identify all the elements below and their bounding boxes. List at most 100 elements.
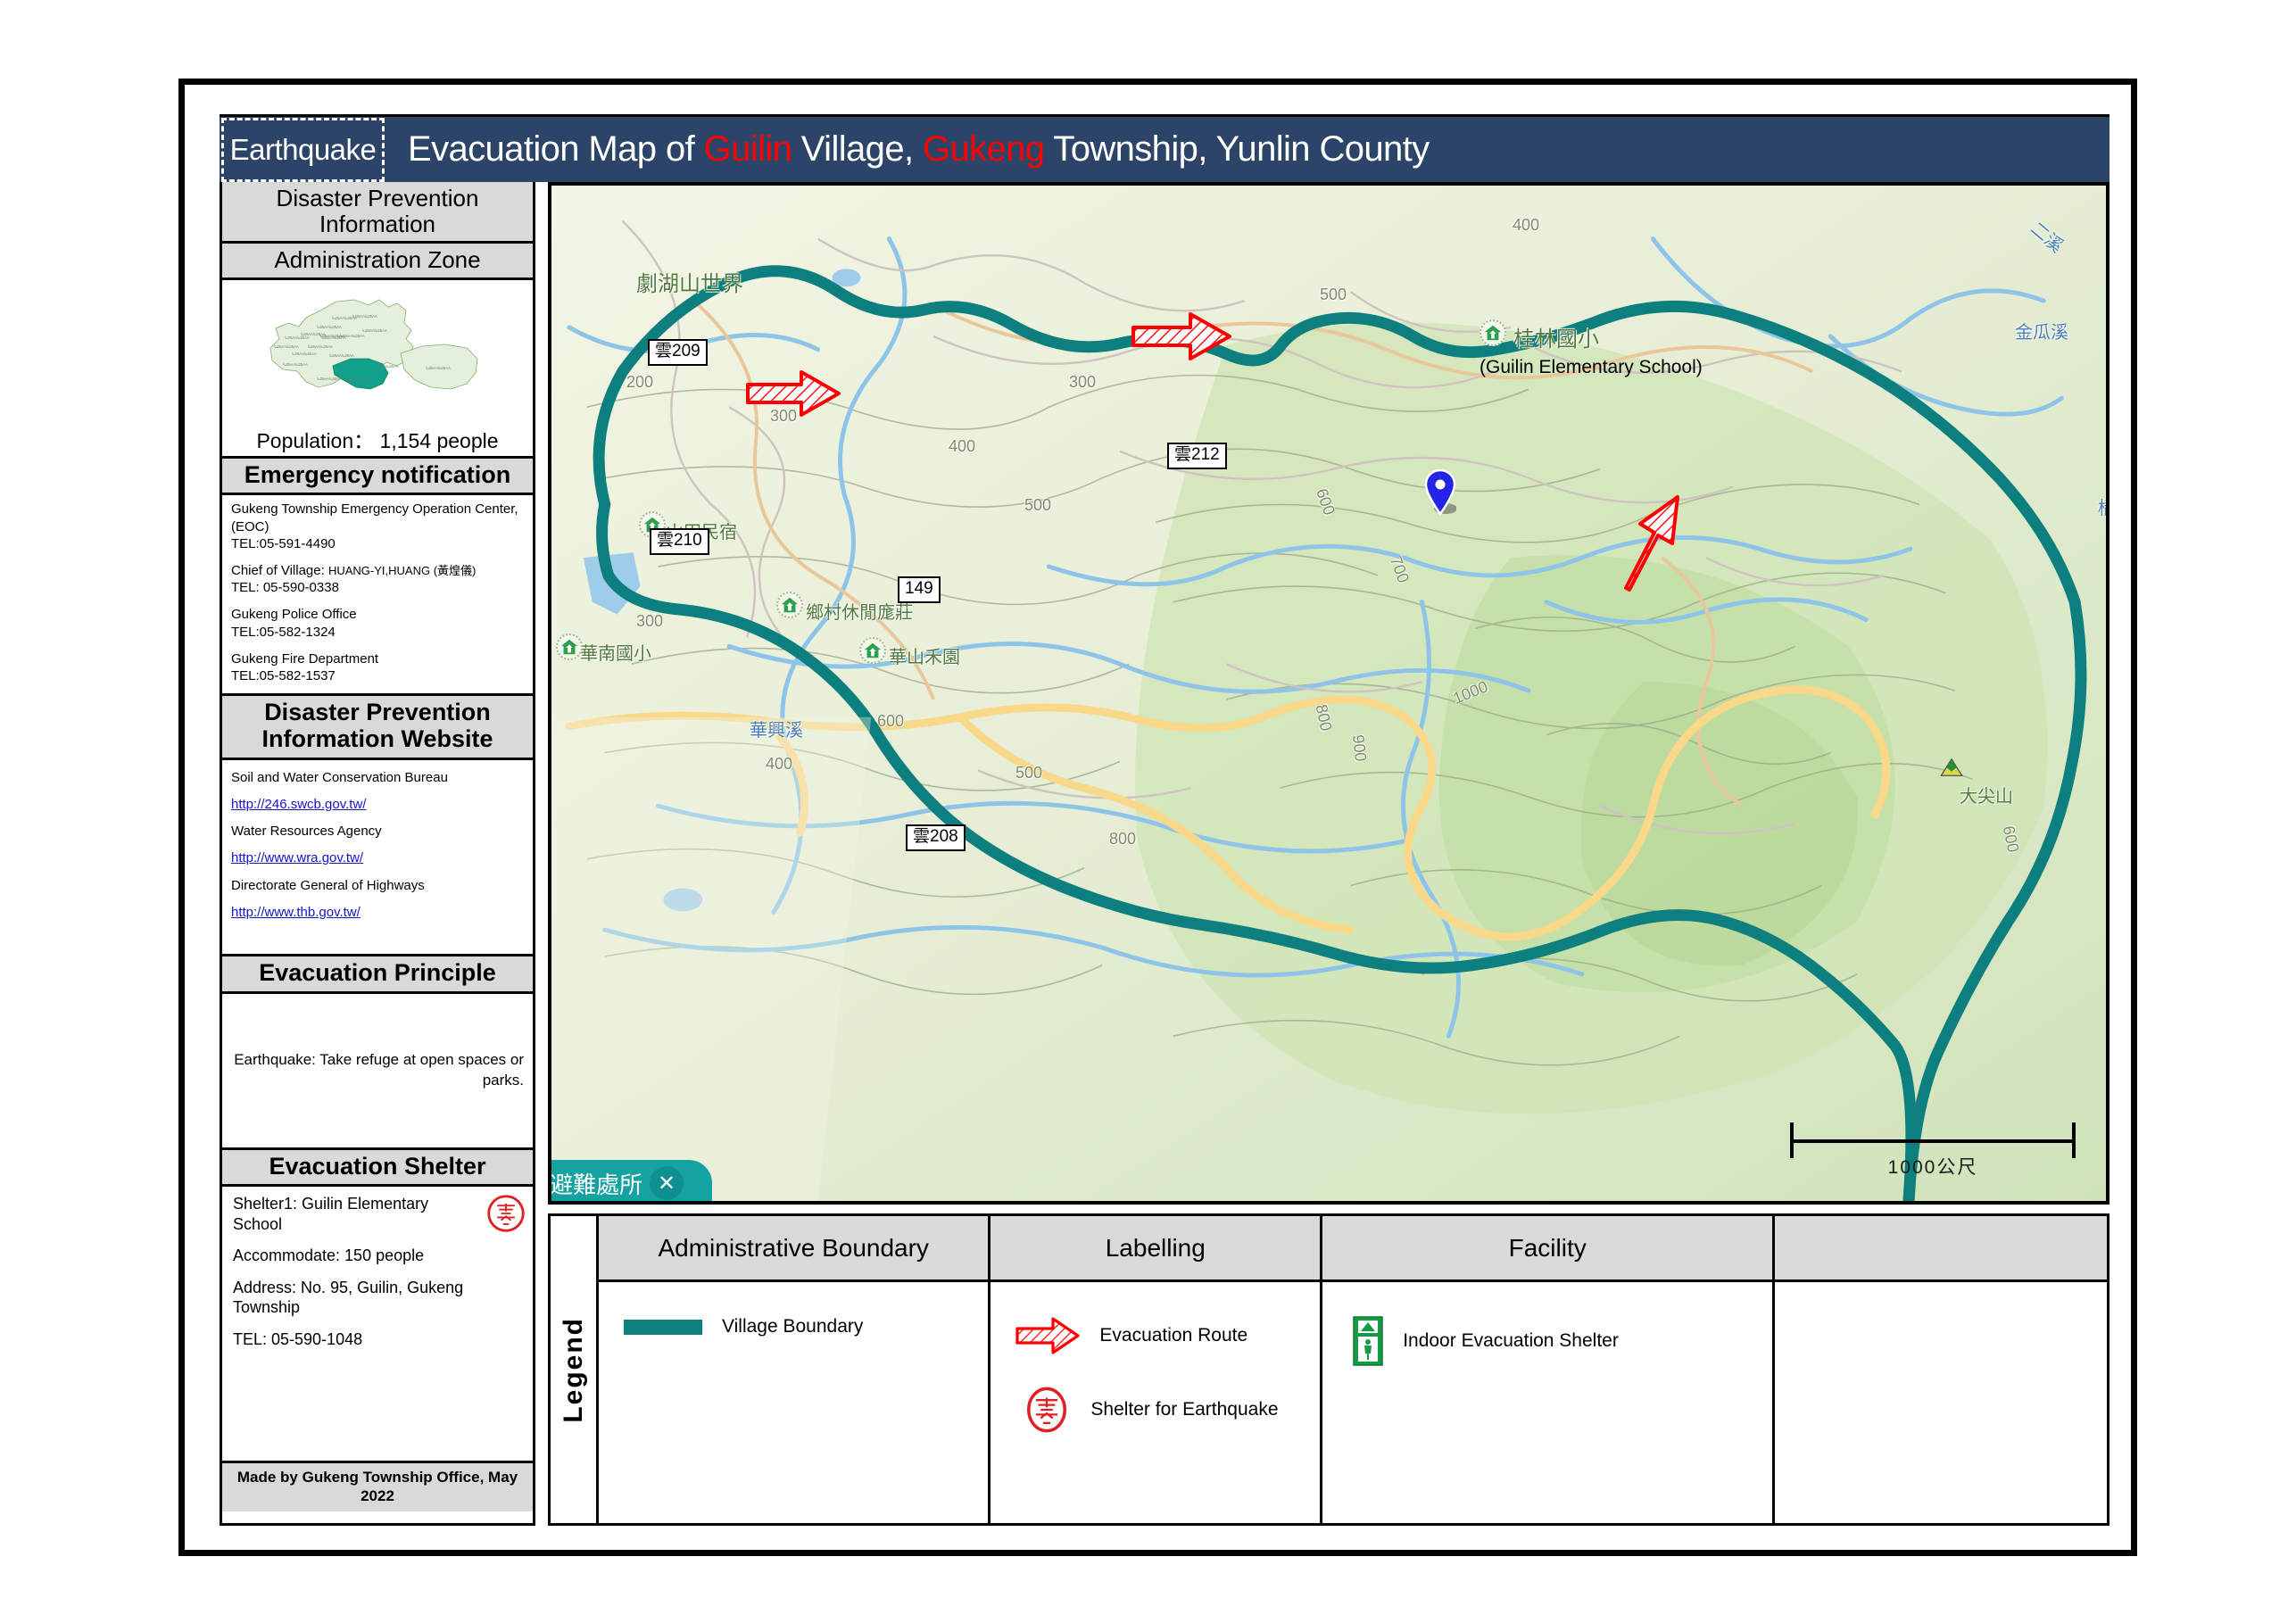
- evacuation-route-arrow-icon: [1131, 312, 1231, 360]
- legend-item-label: Village Boundary: [722, 1316, 864, 1337]
- legend-item: Village Boundary: [624, 1316, 988, 1337]
- svg-text:\u25AA\u25AA: \u25AA\u25AA: [362, 328, 387, 333]
- eoc-tel: TEL:05-591-4490: [231, 535, 336, 551]
- svg-text:\u25AA\u25AA: \u25AA\u25AA: [292, 352, 317, 356]
- evacuation-shelter-body: Shelter1: Guilin Elementary School Accom…: [222, 1187, 533, 1464]
- home-shelter-icon: [864, 642, 882, 658]
- fire-name: Gukeng Fire Department: [231, 650, 379, 667]
- administration-zone-minimap: \u25AA\u25AA \u25AA\u25AA \u25AA\u25AA \u2…: [222, 279, 533, 459]
- earthquake-shelter-stamp-icon: [487, 1195, 525, 1232]
- legend-column-heading: Administrative Boundary: [599, 1216, 989, 1282]
- website-link-0[interactable]: http://246.swcb.gov.tw/: [231, 797, 366, 812]
- home-shelter-icon: [560, 639, 578, 655]
- boundary-line-swatch: [624, 1319, 702, 1335]
- evacuation-route-arrow-icon: [746, 370, 841, 417]
- made-by-footer: Made by Gukeng Township Office, May 2022: [222, 1463, 533, 1511]
- hazard-type-label: Earthquake: [229, 132, 377, 166]
- shelter-name: Shelter1: Guilin Elementary School: [233, 1195, 429, 1233]
- website-list: Soil and Water Conservation Bureau http:…: [222, 760, 533, 956]
- legend-item-label: Evacuation Route: [1099, 1325, 1248, 1346]
- legend-column-heading: Labelling: [991, 1216, 1321, 1282]
- map-overlay-chip[interactable]: 避難處所 ✕: [551, 1160, 712, 1201]
- svg-text:\u25AA\u25AA: \u25AA\u25AA: [317, 377, 342, 381]
- police-entry: Gukeng Police Office TEL:05-582-1324: [231, 606, 524, 640]
- location-pin-marker[interactable]: [1424, 469, 1456, 516]
- evacuation-principle-body: Earthquake: Take refuge at open spaces o…: [222, 994, 533, 1150]
- svg-text:\u25AA\u25AA: \u25AA\u25AA: [344, 378, 369, 383]
- section-header-disaster-info: Disaster Prevention Information: [222, 182, 533, 244]
- evacuation-route-arrow-icon: [1624, 495, 1679, 592]
- svg-text:\u25AA\u25AA: \u25AA\u25AA: [317, 325, 342, 329]
- poi-xiangcun-resort[interactable]: [776, 592, 803, 618]
- website-link-1[interactable]: http://www.wra.gov.tw/: [231, 850, 363, 865]
- legend-column-heading: [1775, 1216, 2107, 1282]
- chief-entry: Chief of Village: HUANG-YI,HUANG (黃煌儀) T…: [231, 562, 524, 596]
- poi-huashan-heyuan[interactable]: [859, 637, 886, 664]
- earthquake-shelter-stamp-icon: [1027, 1387, 1067, 1433]
- scale-cap-left: [1790, 1122, 1794, 1158]
- home-shelter-icon: [781, 597, 799, 613]
- fire-tel: TEL:05-582-1537: [231, 667, 336, 683]
- map-panel[interactable]: 400 500 200 300 300 400 500 300 400 500 …: [548, 182, 2110, 1205]
- svg-text:\u25AA\u25AA: \u25AA\u25AA: [352, 314, 377, 319]
- indoor-evacuation-shelter-icon: [1353, 1316, 1383, 1366]
- shelter-accommodate: Accommodate: 150 people: [233, 1246, 425, 1265]
- evacuation-route-arrow-icon: [1015, 1317, 1080, 1354]
- svg-text:\u25AA\u25AA: \u25AA\u25AA: [374, 364, 399, 368]
- svg-text:\u25AA\u25AA: \u25AA\u25AA: [285, 335, 310, 340]
- hazard-type-tag: Earthquake: [221, 117, 385, 182]
- police-name: Gukeng Police Office: [231, 607, 357, 623]
- title-village: Guilin: [703, 129, 792, 169]
- title-suffix: Township, Yunlin County: [1044, 129, 1430, 169]
- evacuation-principle-text: Earthquake: Take refuge at open spaces o…: [234, 1050, 524, 1089]
- legend-columns: Administrative Boundary Village Boundary…: [599, 1216, 2107, 1523]
- road-shield: 雲209: [648, 339, 708, 366]
- map-graphic: [551, 186, 2106, 1201]
- section-header-principle: Evacuation Principle: [222, 956, 533, 994]
- school-poi-marker[interactable]: [1480, 319, 1506, 346]
- road-shield: 雲210: [650, 528, 709, 555]
- website-link-2[interactable]: http://www.thb.gov.tw/: [231, 905, 361, 920]
- legend-title-text: Legend: [558, 1316, 588, 1423]
- eoc-entry: Gukeng Township Emergency Operation Cent…: [231, 501, 524, 552]
- close-icon[interactable]: ✕: [650, 1166, 684, 1200]
- emergency-notification-body: Gukeng Township Emergency Operation Cent…: [222, 495, 533, 697]
- legend-column-admin-boundary: Administrative Boundary Village Boundary: [599, 1216, 991, 1523]
- section-header-admin-zone: Administration Zone: [222, 244, 533, 280]
- scale-cap-right: [2072, 1122, 2076, 1158]
- poi-huanan-elementary[interactable]: [556, 633, 583, 660]
- chief-tel: TEL: 05-590-0338: [231, 580, 339, 596]
- legend-column-body: [1775, 1282, 2107, 1523]
- legend-title-vertical: Legend: [551, 1216, 599, 1523]
- shelter-tel: TEL: 05-590-1048: [233, 1329, 363, 1348]
- title-bar: Earthquake Evacuation Map of Guilin Vill…: [220, 114, 2110, 182]
- road-shield: 雲212: [1167, 443, 1227, 469]
- legend-item: Indoor Evacuation Shelter: [1347, 1316, 1772, 1366]
- legend-item-label: Shelter for Earthquake: [1090, 1399, 1279, 1420]
- legend-column-body: Indoor Evacuation Shelter: [1322, 1282, 1772, 1523]
- agency-name-0: Soil and Water Conservation Bureau: [231, 769, 448, 785]
- legend-column-facility: Facility Indoor Evacuation Shelter: [1322, 1216, 1776, 1523]
- eoc-name: Gukeng Township Emergency Operation Cent…: [231, 501, 518, 534]
- fire-entry: Gukeng Fire Department TEL:05-582-1537: [231, 650, 524, 684]
- zone-map-graphic: \u25AA\u25AA\u25AA\u25AA \u25AA\u25AA\u2…: [269, 299, 478, 390]
- legend-column-labelling: Labelling Evacuation Route Shelter for E…: [991, 1216, 1323, 1523]
- page-title: Evacuation Map of Guilin Village, Gukeng…: [408, 129, 1430, 170]
- scale-line: [1790, 1122, 2076, 1158]
- poster-inner: Earthquake Evacuation Map of Guilin Vill…: [193, 93, 2123, 1542]
- agency-name-2: Directorate General of Highways: [231, 877, 425, 893]
- legend-column-empty: [1775, 1216, 2107, 1523]
- svg-text:\u25AA\u25AA: \u25AA\u25AA: [308, 344, 333, 349]
- legend-item-label: Indoor Evacuation Shelter: [1403, 1330, 1619, 1351]
- svg-text:\u25AA\u25AA: \u25AA\u25AA: [274, 344, 299, 349]
- population-value: Population： 1,154 people: [256, 428, 499, 452]
- section-header-shelter: Evacuation Shelter: [222, 1149, 533, 1188]
- legend-column-body: Village Boundary: [599, 1282, 988, 1523]
- legend-panel: Legend Administrative Boundary Village B…: [548, 1213, 2110, 1526]
- title-mid: Village,: [792, 129, 923, 169]
- legend-item: Evacuation Route: [1015, 1316, 1320, 1355]
- poster-frame: Earthquake Evacuation Map of Guilin Vill…: [178, 79, 2137, 1556]
- sidebar: Disaster Prevention Information Administ…: [220, 182, 535, 1526]
- agency-name-1: Water Resources Agency: [231, 824, 382, 840]
- legend-column-body: Evacuation Route Shelter for Earthquake: [991, 1282, 1320, 1523]
